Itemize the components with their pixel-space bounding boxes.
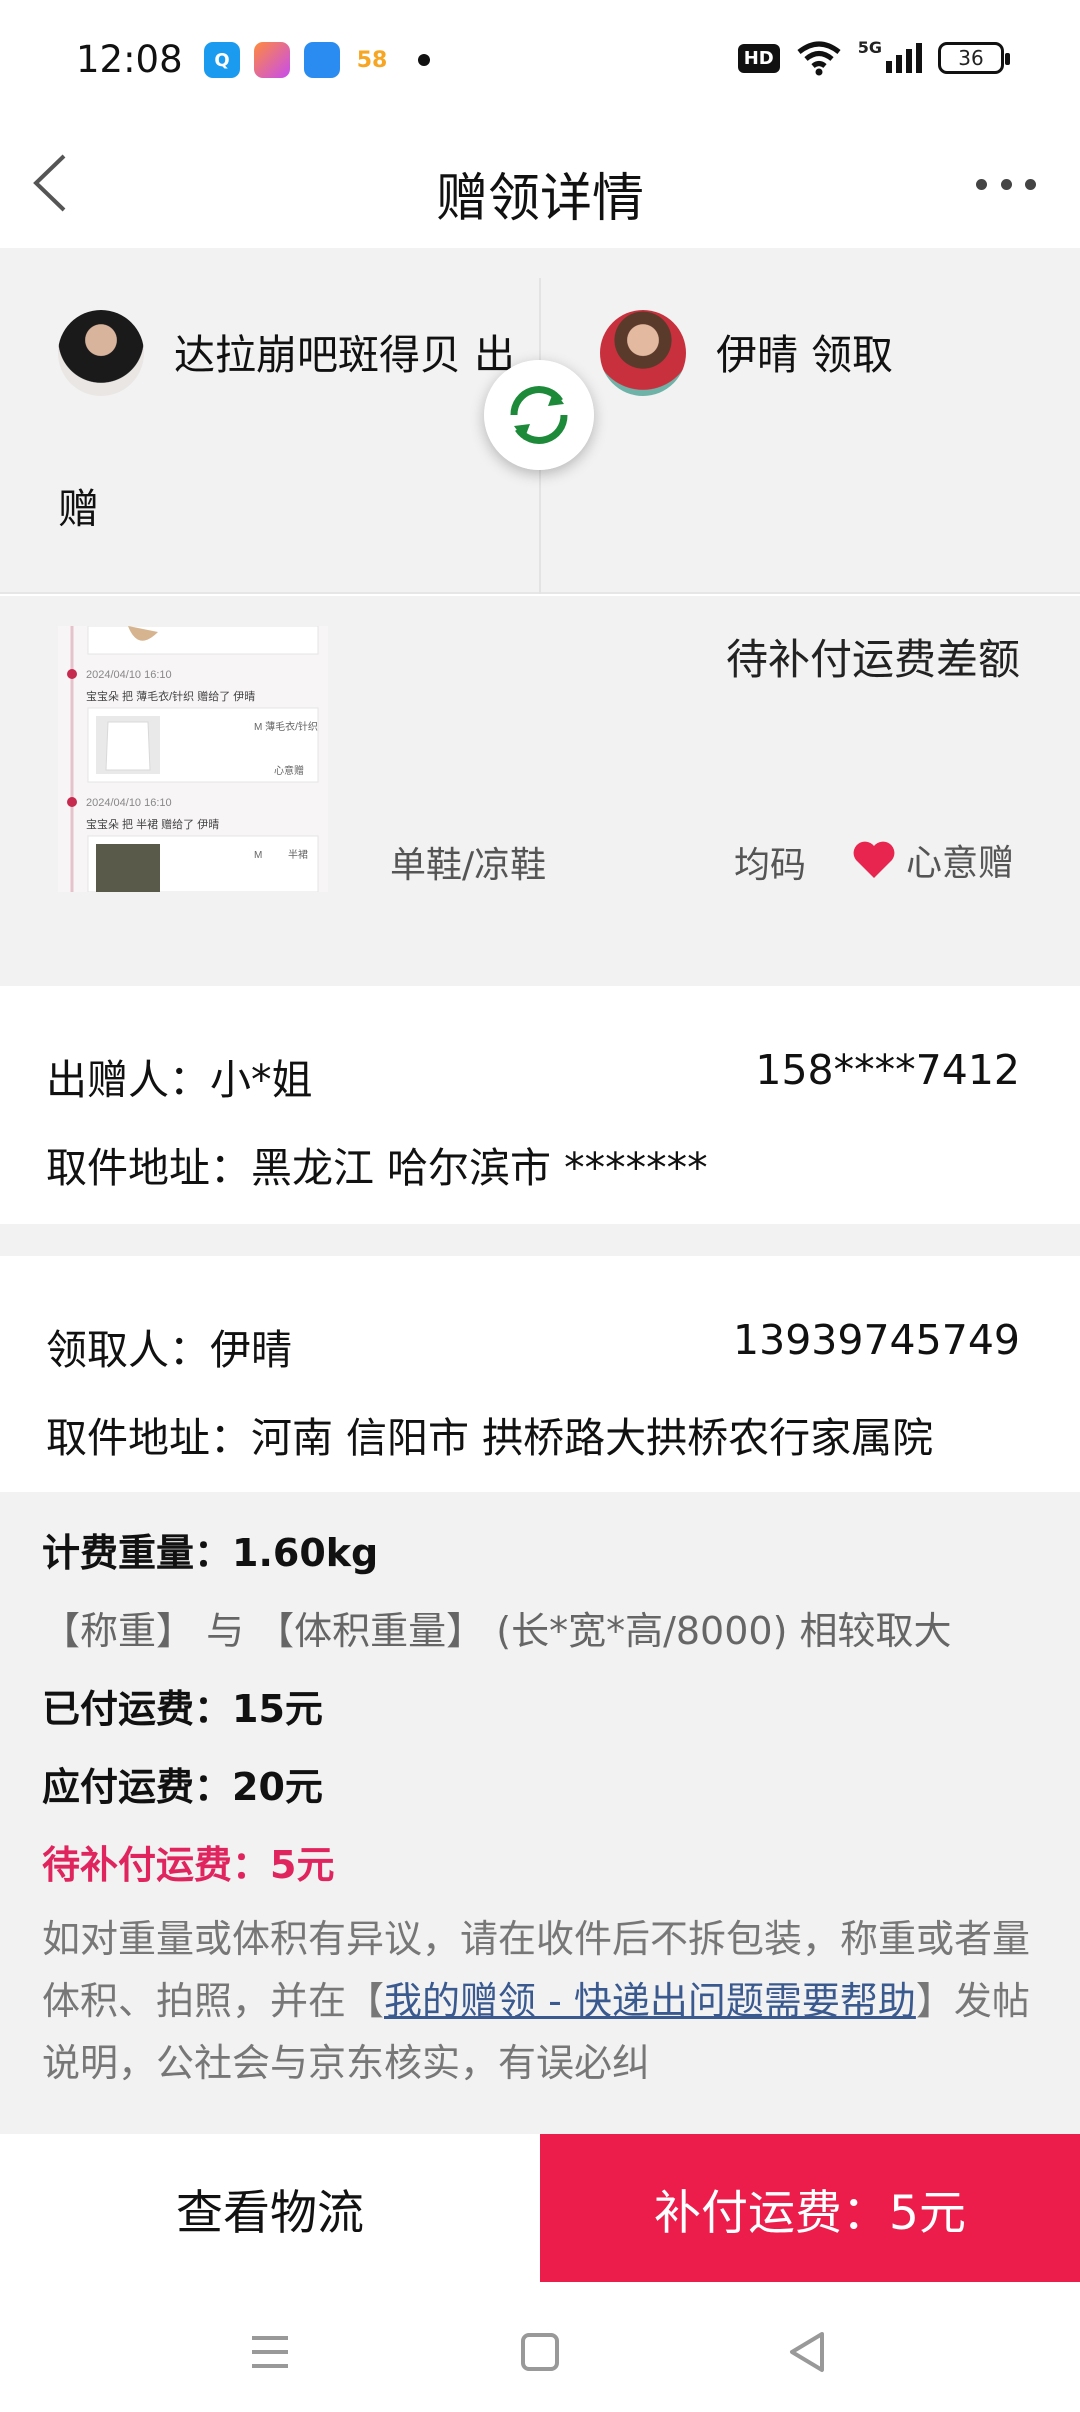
receiver-address: 河南 信阳市 拱桥路大拱桥农行家属院 (251, 1414, 934, 1462)
receiver-name-row: 领取人：伊晴 (46, 1316, 292, 1376)
system-nav-bar (0, 2282, 1080, 2412)
divider (0, 1224, 1080, 1256)
sender-address-row: 取件地址：黑龙江 哈尔滨市 ******* (46, 1134, 708, 1194)
sender-name-row: 出赠人：小*姐 (46, 1046, 313, 1106)
weight-rule: 【称重】 与 【体积重量】 (长*宽*高/8000) 相较取大 (42, 1609, 952, 1653)
notification-dot-icon (418, 54, 430, 66)
pending-fee: 待补付运费：5元 (42, 1843, 335, 1887)
paid-fee: 已付运费：15元 (42, 1687, 323, 1731)
svg-text:2024/04/10 16:10: 2024/04/10 16:10 (86, 669, 172, 681)
item-thumbnail[interactable]: 2024/04/10 16:10 宝宝朵 把 薄毛衣/针织 赠给了 伊晴 M 薄… (58, 626, 328, 892)
view-logistics-button[interactable]: 查看物流 (0, 2134, 540, 2282)
sender-name: 小*姐 (210, 1056, 313, 1104)
gift-tag: 心意赠 (852, 834, 1014, 886)
item-status: 待补付运费差额 (725, 635, 1020, 684)
hd-icon: HD (737, 43, 780, 73)
svg-text:心意赠: 心意赠 (274, 764, 304, 777)
sender-address: 黑龙江 哈尔滨市 ******* (251, 1144, 708, 1192)
thumbnail-image: 2024/04/10 16:10 宝宝朵 把 薄毛衣/针织 赠给了 伊晴 M 薄… (58, 626, 328, 892)
help-link[interactable]: 我的赠领 - 快递出问题需要帮助 (384, 1979, 916, 2023)
svg-text:宝宝朵 把 薄毛衣/针织 赠给了 伊晴: 宝宝朵 把 薄毛衣/针织 赠给了 伊晴 (86, 689, 255, 703)
home-icon[interactable] (510, 2322, 570, 2382)
sender-phone[interactable]: 158****7412 (755, 1046, 1020, 1094)
wifi-icon (797, 41, 841, 76)
status-indicators: HD 5G 36 (737, 38, 1010, 76)
billing-weight: 计费重量：1.60kg (42, 1531, 379, 1575)
giver-name: 达拉崩吧斑得贝 出 (174, 331, 516, 379)
receiver-name: 伊晴 领取 (716, 331, 894, 379)
divider (0, 248, 1080, 278)
receiver-info: 领取人：伊晴 13939745749 取件地址：河南 信阳市 拱桥路大拱桥农行家… (0, 1256, 1080, 1492)
receiver-address-row: 取件地址：河南 信阳市 拱桥路大拱桥农行家属院 (46, 1404, 933, 1464)
svg-text:M: M (254, 850, 262, 861)
receiver-address-label: 取件地址： (46, 1414, 251, 1462)
app-icon (254, 42, 290, 78)
svg-text:2024/04/10 16:10: 2024/04/10 16:10 (86, 797, 172, 809)
app-icon (304, 42, 340, 78)
svg-text:半裙: 半裙 (288, 848, 308, 861)
refresh-icon (484, 360, 594, 470)
status-bar: 12:08 Q 58 HD 5G 36 (0, 0, 1080, 118)
app-58-icon: 58 (354, 42, 390, 78)
shipping-fee-section: 计费重量：1.60kg 【称重】 与 【体积重量】 (长*宽*高/8000) 相… (0, 1492, 1080, 2134)
receiver-person: 伊晴 (210, 1326, 292, 1374)
giver-avatar[interactable] (58, 310, 144, 396)
status-time: 12:08 (76, 38, 183, 81)
giver-name-wrap: 赠 (58, 485, 99, 533)
sender-label: 出赠人： (46, 1056, 210, 1104)
heart-icon (853, 841, 895, 878)
receiver-phone[interactable]: 13939745749 (733, 1316, 1020, 1364)
item-card[interactable]: 2024/04/10 16:10 宝宝朵 把 薄毛衣/针织 赠给了 伊晴 M 薄… (0, 596, 1080, 986)
page-title: 赠领详情 (435, 169, 644, 229)
receiver-label: 领取人： (46, 1326, 210, 1374)
due-fee: 应付运费：20元 (42, 1765, 323, 1809)
svg-text:宝宝朵 把 半裙 赠给了 伊晴: 宝宝朵 把 半裙 赠给了 伊晴 (86, 817, 219, 831)
dispute-note: 如对重量或体积有异议，请在收件后不拆包装，称重或者量体积、拍照，并在【我的赠领 … (42, 1908, 1042, 2094)
menu-icon[interactable] (240, 2322, 300, 2382)
back-triangle-icon[interactable] (778, 2322, 838, 2382)
signal-icon: 5G (858, 38, 922, 73)
svg-text:M 薄毛衣/针织: M 薄毛衣/针织 (254, 720, 318, 733)
sender-address-label: 取件地址： (46, 1144, 251, 1192)
status-app-icons: Q 58 (204, 42, 430, 78)
more-options-icon[interactable] (976, 174, 1036, 194)
search-app-icon: Q (204, 42, 240, 78)
sender-info: 出赠人：小*姐 158****7412 取件地址：黑龙江 哈尔滨市 ******… (0, 986, 1080, 1224)
title-bar: 赠领详情 (0, 118, 1080, 248)
battery-icon: 36 (938, 42, 1010, 74)
receiver-avatar[interactable] (600, 310, 686, 396)
item-size: 均码 (734, 845, 807, 886)
pay-shipping-button[interactable]: 补付运费：5元 (540, 2134, 1080, 2282)
gift-tag-label: 心意赠 (906, 843, 1015, 884)
item-category: 单鞋/凉鞋 (390, 845, 547, 886)
